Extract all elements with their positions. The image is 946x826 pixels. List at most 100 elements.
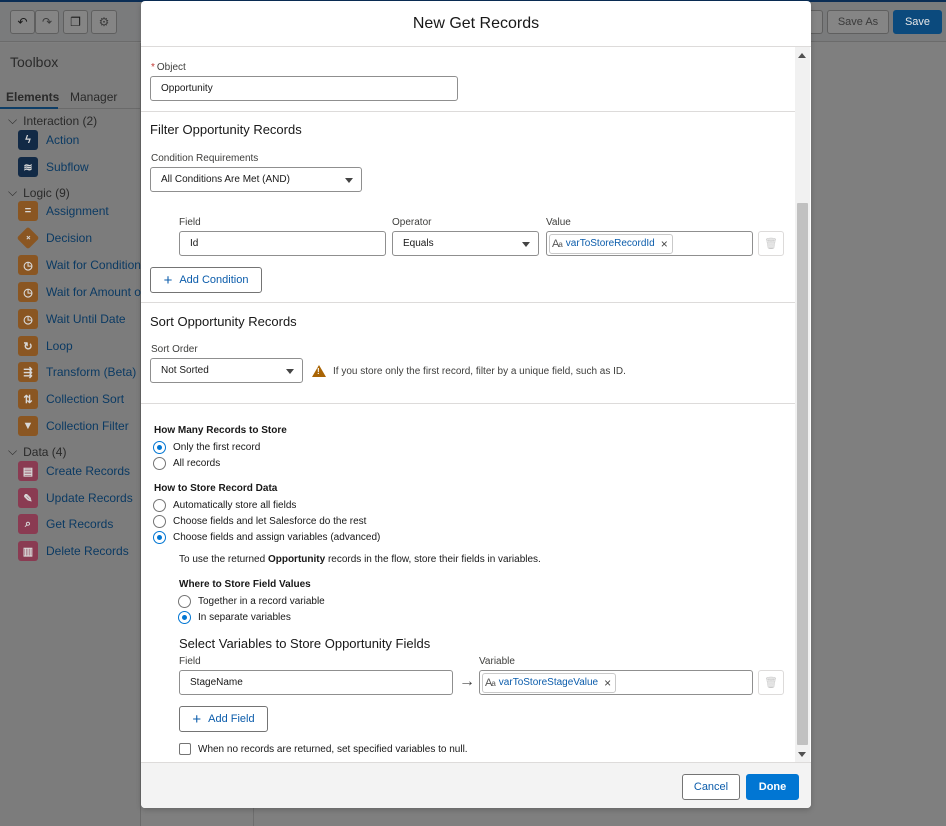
field-label: Field — [179, 656, 201, 667]
toolbox-item-get-records[interactable]: ⌕ Get Records — [18, 514, 113, 534]
undo-button[interactable]: ↶ — [10, 10, 35, 34]
toolbox-item-transform[interactable]: ⇶ Transform (Beta) — [18, 362, 136, 382]
radio-all-records[interactable]: All records — [153, 457, 220, 470]
filter-section-title: Filter Opportunity Records — [150, 122, 302, 137]
object-label: * Object — [151, 62, 186, 73]
add-field-button[interactable]: + Add Field — [179, 706, 268, 732]
stage-field-input[interactable]: StageName — [179, 670, 453, 695]
modal-title: New Get Records — [141, 1, 811, 47]
toolbar-button-partial[interactable] — [811, 10, 823, 34]
done-button[interactable]: Done — [746, 774, 799, 800]
condition-requirements-select[interactable]: All Conditions Are Met (AND) — [150, 167, 362, 192]
subflow-icon: ≋ — [18, 157, 38, 177]
toolbox-item-wait-until[interactable]: ◷ Wait Until Date — [18, 309, 126, 329]
delete-condition-button[interactable]: 🗑 — [758, 231, 784, 256]
chevron-down-icon: ⌵ — [8, 444, 18, 458]
chevron-down-icon — [286, 369, 294, 374]
radio-button[interactable] — [178, 611, 191, 624]
null-variables-checkbox[interactable]: When no records are returned, set specif… — [179, 743, 468, 755]
toolbox-tabs: Elements Manager — [0, 85, 141, 109]
condition-operator-select[interactable]: Equals — [392, 231, 539, 256]
scroll-up-icon[interactable] — [798, 53, 806, 58]
clock-icon: ◷ — [18, 255, 38, 275]
toolbox-item-wait-amount[interactable]: ◷ Wait for Amount of T — [18, 282, 155, 302]
toolbox-item-update-records[interactable]: ✎ Update Records — [18, 488, 133, 508]
store-info-text: To use the returned Opportunity records … — [179, 554, 541, 565]
get-records-modal: New Get Records * Object Opportunity Filt… — [141, 1, 811, 808]
radio-separate-variables[interactable]: In separate variables — [178, 611, 291, 624]
radio-button[interactable] — [153, 515, 166, 528]
radio-button[interactable] — [178, 595, 191, 608]
plus-icon: + — [163, 271, 173, 289]
redo-button[interactable]: ↷ — [35, 10, 59, 34]
scrollbar-thumb[interactable] — [797, 203, 808, 745]
radio-button[interactable] — [153, 441, 166, 454]
group-interaction[interactable]: ⌵ Interaction (2) — [8, 113, 97, 128]
active-tab-indicator — [0, 107, 58, 109]
toolbox-item-collection-filter[interactable]: ▼ Collection Filter — [18, 416, 129, 436]
group-logic[interactable]: ⌵ Logic (9) — [8, 185, 70, 200]
close-icon[interactable]: × — [604, 676, 611, 690]
chevron-down-icon — [522, 242, 530, 247]
divider — [141, 111, 795, 112]
sort-order-select[interactable]: Not Sorted — [150, 358, 303, 383]
create-records-icon: ▤ — [18, 461, 38, 481]
chevron-down-icon — [345, 178, 353, 183]
radio-button[interactable] — [153, 499, 166, 512]
radio-first-record[interactable]: Only the first record — [153, 441, 260, 454]
plus-icon: + — [192, 710, 202, 728]
close-icon[interactable]: × — [661, 237, 668, 251]
decision-icon: + — [16, 226, 40, 250]
lightning-icon: ϟ — [18, 130, 38, 150]
toolbox-item-delete-records[interactable]: ▥ Delete Records — [18, 541, 129, 561]
sort-icon: ⇅ — [18, 389, 38, 409]
checkbox[interactable] — [179, 743, 191, 755]
radio-button[interactable] — [153, 457, 166, 470]
settings-button[interactable]: ⚙ — [91, 10, 117, 34]
text-resource-icon: Aa — [485, 676, 496, 689]
radio-button[interactable] — [153, 531, 166, 544]
toolbox-item-collection-sort[interactable]: ⇅ Collection Sort — [18, 389, 124, 409]
scroll-down-icon[interactable] — [798, 752, 806, 757]
tab-manager[interactable]: Manager — [70, 90, 117, 104]
delete-field-button[interactable]: 🗑 — [758, 670, 784, 695]
operator-column-header: Operator — [392, 217, 432, 228]
condition-value-input[interactable]: Aa varToStoreRecordId × — [546, 231, 753, 256]
radio-choose-fields-variables[interactable]: Choose fields and assign variables (adva… — [153, 531, 380, 544]
condition-field-input[interactable]: Id — [179, 231, 386, 256]
canvas-divider — [253, 808, 254, 826]
cancel-button[interactable]: Cancel — [682, 774, 740, 800]
toolbox-item-wait-conditions[interactable]: ◷ Wait for Conditions — [18, 255, 147, 275]
sort-warning-text: If you store only the first record, filt… — [333, 366, 626, 377]
group-data[interactable]: ⌵ Data (4) — [8, 444, 66, 459]
variable-pill[interactable]: Aa varToStoreStageValue × — [482, 672, 617, 693]
object-input[interactable]: Opportunity — [150, 76, 458, 101]
toolbox-item-action[interactable]: ϟ Action — [18, 130, 79, 150]
divider — [141, 403, 795, 404]
tab-elements[interactable]: Elements — [6, 90, 59, 104]
toolbox-item-decision[interactable]: + Decision — [16, 226, 92, 250]
toolbox-panel: Toolbox Elements Manager ⌵ Interaction (2… — [0, 43, 155, 826]
how-store-title: How to Store Record Data — [154, 483, 278, 494]
how-many-title: How Many Records to Store — [154, 425, 287, 436]
radio-auto-store[interactable]: Automatically store all fields — [153, 499, 296, 512]
save-button[interactable]: Save — [893, 10, 942, 34]
clock-icon: ◷ — [18, 309, 38, 329]
toolbox-item-assignment[interactable]: = Assignment — [18, 201, 109, 221]
save-as-button[interactable]: Save As — [827, 10, 889, 34]
toolbox-item-loop[interactable]: ↻ Loop — [18, 336, 73, 356]
toolbox-item-create-records[interactable]: ▤ Create Records — [18, 461, 130, 481]
divider — [141, 302, 795, 303]
modal-scrollbar[interactable] — [795, 47, 810, 762]
copy-button[interactable]: ❐ — [63, 10, 88, 34]
value-pill[interactable]: Aa varToStoreRecordId × — [549, 233, 673, 254]
variable-pill-label: varToStoreStageValue — [498, 677, 599, 688]
stage-variable-input[interactable]: Aa varToStoreStageValue × — [479, 670, 753, 695]
add-condition-button[interactable]: + Add Condition — [150, 267, 262, 293]
radio-record-variable[interactable]: Together in a record variable — [178, 595, 325, 608]
delete-records-icon: ▥ — [18, 541, 38, 561]
toolbox-item-subflow[interactable]: ≋ Subflow — [18, 157, 89, 177]
radio-choose-fields-salesforce[interactable]: Choose fields and let Salesforce do the … — [153, 515, 366, 528]
condition-requirements-label: Condition Requirements — [151, 153, 259, 164]
modal-body[interactable]: * Object Opportunity Filter Opportunity R… — [141, 47, 811, 762]
